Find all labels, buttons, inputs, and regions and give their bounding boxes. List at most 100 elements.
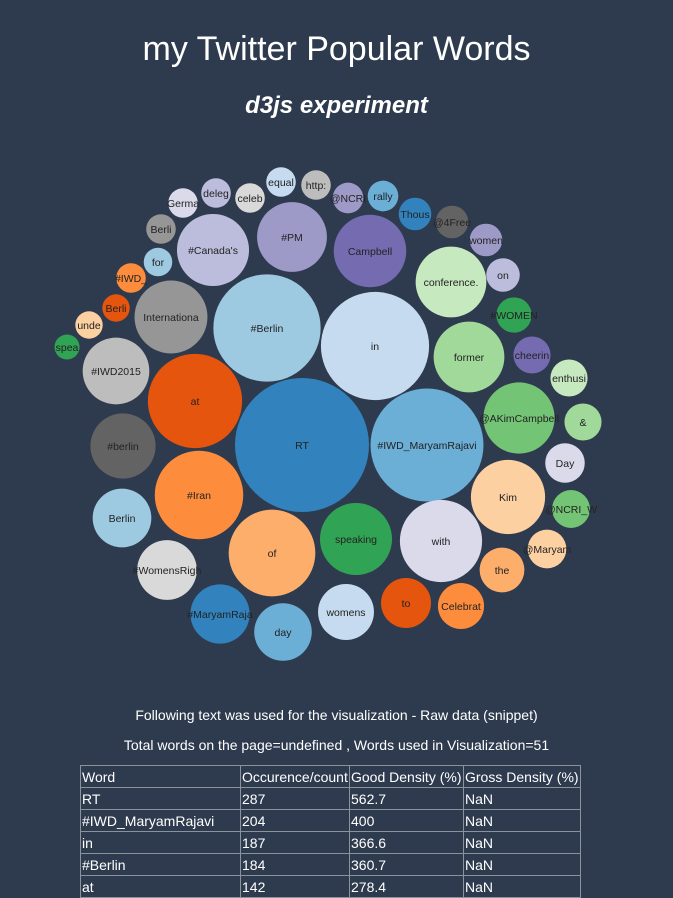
table-cell: 204 [240,809,350,832]
bubble-50: spea [54,334,80,360]
bubble-5: #Iran [154,450,244,540]
bubble-label: womens [325,607,365,619]
bubble-label: cheerin [515,350,550,362]
table-row: in 187 366.6 NaN [80,831,581,854]
bubble-label: #PM [281,232,303,244]
bubble-48: Berli [102,294,130,322]
bubble-15: conference. [415,246,487,318]
bubble-label: #berlin [107,441,139,453]
word-totals: Total words on the page=undefined , Word… [123,737,550,753]
bubble-label: to [402,598,411,610]
bubble-label: celeb [237,193,262,205]
bubble-label: unde [77,320,101,332]
bubble-label: Internationa [143,312,199,324]
bubble-28: Day [545,443,585,483]
bubble-22: #MaryamRaja [187,584,253,644]
bubble-label: for [152,257,165,269]
bubble-9: Internationa [134,280,208,354]
bubble-label: & [579,417,586,429]
bubble-label: Germa [167,198,199,210]
bubble-38: rally [367,180,399,212]
column-header-count: Occurence/count [240,765,350,788]
bubble-label: equal [268,177,294,189]
bubble-26: the [479,547,525,593]
page-subtitle: d3js experiment [245,92,428,119]
bubble-44: Germa [167,188,199,218]
bubble-36: @4Free [433,205,471,239]
bubble-label: Berlin [109,513,136,525]
bubble-17: #berlin [90,413,156,479]
bubble-label: on [497,270,509,282]
bubble-label: speaking [335,534,377,546]
bubble-10: Campbell [333,214,407,288]
bubble-34: on [486,258,520,292]
bubble-label: #WomensRigh [133,565,202,577]
table-cell: #Berlin [80,853,241,876]
bubble-46: for [143,247,173,277]
bubble-label: #Berlin [251,323,284,335]
bubble-label: deleg [203,188,229,200]
bubble-19: #IWD2015 [82,337,150,405]
table-cell: RT [80,787,241,810]
column-header-good-density: Good Density (%) [349,765,464,788]
bubble-40: http: [301,170,331,200]
bubble-6: of [228,509,316,597]
bubble-49: unde [75,311,103,339]
column-header-gross-density: Gross Density (%) [463,765,581,788]
table-cell: 187 [240,831,350,854]
bubble-12: speaking [319,502,393,576]
raw-data-caption: Following text was used for the visualiz… [135,707,538,723]
bubble-label: Celebrat [441,601,481,613]
bubble-label: @4Free [433,217,471,229]
bubble-11: #Canada's [176,213,250,287]
bubble-label: women [468,235,503,247]
table-cell: 184 [240,853,350,876]
table-cell: 287 [240,787,350,810]
page-title: my Twitter Popular Words [142,30,531,68]
bubble-label: #MaryamRaja [187,609,253,621]
bubble-4: at [147,353,243,449]
bubble-label: #WOMEN [490,310,537,322]
table-cell: NaN [463,831,581,854]
table-row: RT 287 562.7 NaN [80,787,581,810]
bubble-chart: RT #IWD_MaryamRajavi in #Berlin at #Iran of wit… [54,167,602,661]
bubble-label: Thous [400,209,429,221]
bubble-label: #IWD_ [115,273,147,285]
bubble-7: with [399,499,483,583]
bubble-label: the [495,565,510,577]
bubble-24: to [380,577,432,629]
bubble-label: @Maryam [523,544,572,556]
bubble-29: & [564,403,602,441]
bubble-label: #Iran [187,490,211,502]
column-header-word: Word [80,765,241,788]
bubble-42: celeb [235,183,265,213]
table-cell: in [80,831,241,854]
bubble-label: conference. [424,277,479,289]
bubble-label: Campbell [348,246,392,258]
bubble-14: #PM [257,202,327,272]
table-cell: 400 [349,809,464,832]
bubble-21: womens [318,584,374,640]
bubble-1: #IWD_MaryamRajavi [370,388,484,502]
bubble-23: day [254,603,312,661]
bubble-37: Thous [398,197,432,231]
bubble-13: former [433,321,505,393]
table-row: #IWD_MaryamRajavi 204 400 NaN [80,809,581,832]
table-cell: #IWD_MaryamRajavi [80,809,241,832]
bubble-2: in [320,291,430,401]
bubble-47: #IWD_ [115,263,147,293]
bubble-label: at [191,396,200,408]
bubble-label: RT [295,440,309,452]
bubble-16: @AKimCampbell [479,382,559,454]
bubble-8: Kim [470,459,546,535]
bubble-39: @NCRI [330,182,366,214]
bubble-32: @Maryam [523,529,572,569]
table-header-row: Word Occurence/count Good Density (%) Gr… [80,765,581,788]
bubble-label: with [431,536,451,548]
bubble-label: spea [56,342,79,354]
bubble-label: @NCRI_W [545,504,597,516]
table-cell: NaN [463,809,581,832]
bubble-label: former [454,352,485,364]
word-density-table: Word Occurence/count Good Density (%) Gr… [80,765,581,898]
bubble-0: RT [235,378,369,512]
